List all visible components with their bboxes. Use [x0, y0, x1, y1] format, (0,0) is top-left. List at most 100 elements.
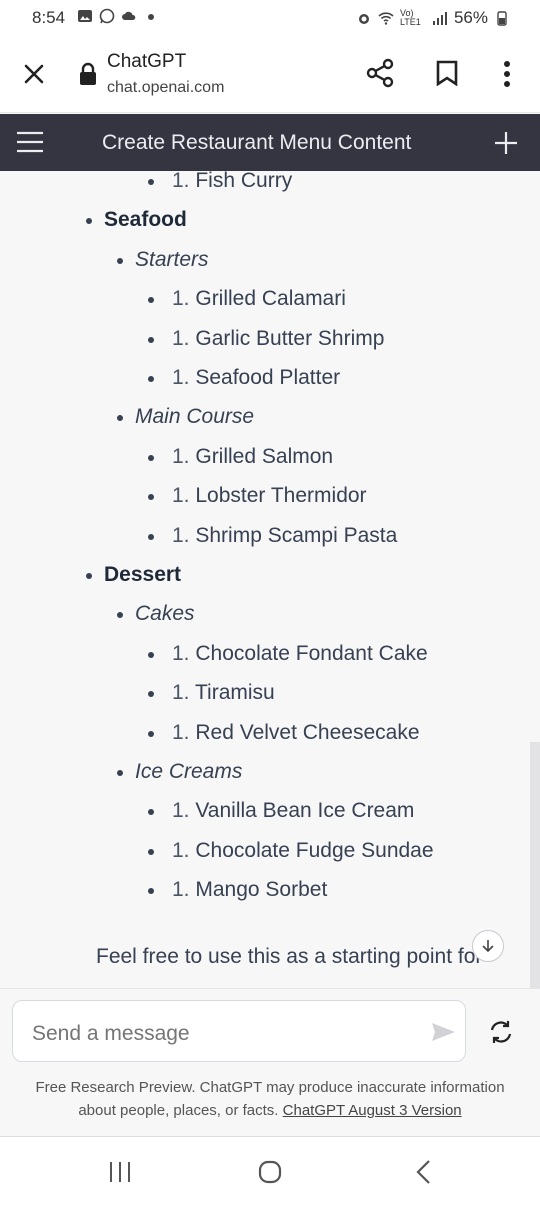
- item-number: 1.: [172, 445, 190, 468]
- bullet: [148, 652, 154, 658]
- status-bar: 8:54 Vo) LTE1 56%: [0, 0, 540, 36]
- signal-icon: [432, 12, 447, 25]
- system-icons: Vo) LTE1 56%: [356, 8, 510, 28]
- bullet: [148, 731, 154, 737]
- menu-item: 1. Grilled Salmon: [172, 445, 333, 469]
- system-nav-bar: [0, 1136, 540, 1205]
- menu-item: 1. Mango Sorbet: [172, 878, 327, 902]
- more-options-icon[interactable]: [500, 60, 514, 88]
- menu-item: 1. Shrimp Scampi Pasta: [172, 524, 397, 548]
- bullet: [117, 612, 123, 618]
- item-text: Fish Curry: [195, 171, 293, 192]
- menu-item: 1. Seafood Platter: [172, 366, 340, 390]
- bullet: [148, 376, 154, 382]
- disclaimer: Free Research Preview. ChatGPT may produ…: [0, 1076, 540, 1122]
- item-number: 1.: [172, 524, 190, 547]
- menu-subcategory: Ice Creams: [135, 760, 242, 784]
- status-time: 8:54: [32, 8, 66, 27]
- menu-item: 1. Fish Curry: [172, 171, 292, 193]
- disclaimer-line2: about people, places, or facts. ChatGPT …: [0, 1099, 540, 1122]
- site-url[interactable]: chat.openai.com: [107, 79, 224, 97]
- bullet: [148, 455, 154, 461]
- recent-apps-icon[interactable]: [108, 1161, 132, 1183]
- notification-icons: [77, 8, 159, 24]
- item-text: Grilled Calamari: [195, 287, 346, 310]
- item-number: 1.: [172, 681, 190, 704]
- chat-title: Create Restaurant Menu Content: [102, 131, 412, 154]
- item-text: Starters: [135, 248, 209, 271]
- message-input[interactable]: [30, 1021, 414, 1047]
- site-title: ChatGPT: [107, 51, 187, 72]
- item-text: Chocolate Fudge Sundae: [195, 839, 434, 862]
- cloud-icon: [122, 11, 136, 20]
- menu-category: Dessert: [104, 563, 181, 587]
- bullet: [117, 258, 123, 264]
- item-number: 1.: [172, 721, 190, 744]
- close-icon[interactable]: [22, 62, 46, 86]
- item-text: Seafood: [104, 208, 187, 231]
- bookmark-icon[interactable]: [436, 60, 458, 86]
- battery-icon: [497, 11, 507, 26]
- version-link[interactable]: ChatGPT August 3 Version: [283, 1102, 462, 1119]
- disclaimer-line1: Free Research Preview. ChatGPT may produ…: [35, 1079, 505, 1096]
- whatsapp-icon: [99, 8, 115, 24]
- item-text: Cakes: [135, 602, 195, 625]
- alarm-icon: [358, 14, 369, 24]
- menu-subcategory: Main Course: [135, 405, 254, 429]
- item-number: 1.: [172, 878, 190, 901]
- item-text: Garlic Butter Shrimp: [195, 327, 385, 350]
- menu-item: 1. Tiramisu: [172, 681, 275, 705]
- menu-item: 1. Lobster Thermidor: [172, 484, 367, 508]
- bullet: [148, 809, 154, 815]
- battery-percent: 56%: [453, 8, 488, 27]
- menu-subcategory: Starters: [135, 248, 209, 272]
- bullet: [148, 534, 154, 540]
- bullet: [148, 179, 154, 185]
- bullet: [148, 494, 154, 500]
- item-text: Red Velvet Cheesecake: [195, 721, 420, 744]
- message-input-box[interactable]: [12, 1000, 466, 1062]
- menu-item: 1. Grilled Calamari: [172, 287, 346, 311]
- send-icon[interactable]: [431, 1021, 457, 1043]
- menu-category: Seafood: [104, 208, 187, 232]
- menu-icon[interactable]: [16, 130, 44, 154]
- regenerate-icon[interactable]: [488, 1019, 514, 1045]
- gallery-icon: [78, 10, 92, 22]
- bullet: [86, 218, 92, 224]
- scrollbar[interactable]: [530, 742, 540, 988]
- closing-text: Feel free to use this as a starting poin…: [96, 945, 483, 968]
- menu-item: 1. Garlic Butter Shrimp: [172, 327, 384, 351]
- item-number: 1.: [172, 799, 190, 822]
- home-icon[interactable]: [257, 1159, 283, 1185]
- disclaimer-line2-text: about people, places, or facts.: [78, 1102, 283, 1119]
- bullet: [148, 849, 154, 855]
- arrow-down-icon: [482, 940, 494, 953]
- menu-item: 1. Chocolate Fondant Cake: [172, 642, 428, 666]
- item-number: 1.: [172, 287, 190, 310]
- item-number: 1.: [172, 484, 190, 507]
- item-text: Dessert: [104, 563, 182, 586]
- wifi-icon: [378, 12, 394, 25]
- share-icon[interactable]: [366, 58, 394, 88]
- scroll-down-button[interactable]: [472, 930, 504, 962]
- item-text: Mango Sorbet: [195, 878, 328, 901]
- bullet: [117, 770, 123, 776]
- item-number: 1.: [172, 642, 190, 665]
- item-text: Lobster Thermidor: [195, 484, 367, 507]
- bullet: [86, 573, 92, 579]
- menu-item: 1. Red Velvet Cheesecake: [172, 721, 420, 745]
- back-icon[interactable]: [414, 1159, 432, 1185]
- bullet: [148, 691, 154, 697]
- bullet: [148, 297, 154, 303]
- menu-item: 1. Vanilla Bean Ice Cream: [172, 799, 414, 823]
- new-chat-icon[interactable]: [494, 131, 518, 155]
- item-text: Ice Creams: [135, 760, 243, 783]
- footer-divider: [0, 988, 540, 989]
- item-number: 1.: [172, 839, 190, 862]
- bullet: [148, 337, 154, 343]
- menu-subcategory: Cakes: [135, 602, 195, 626]
- lock-icon: [80, 62, 96, 85]
- item-text: Vanilla Bean Ice Cream: [195, 799, 415, 822]
- item-number: 1.: [172, 327, 190, 350]
- item-text: Tiramisu: [194, 681, 275, 704]
